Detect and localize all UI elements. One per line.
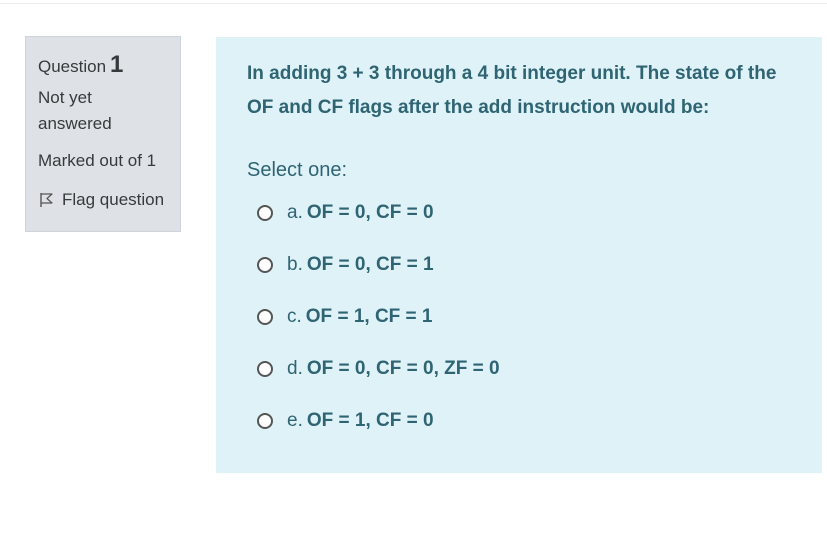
- answer-option-d[interactable]: d. OF = 0, CF = 0, ZF = 0: [257, 355, 500, 383]
- radio-button[interactable]: [257, 257, 273, 273]
- question-grade: Marked out of 1: [38, 151, 157, 170]
- radio-button[interactable]: [257, 205, 273, 221]
- option-letter: a.: [287, 202, 303, 223]
- answer-option-c[interactable]: c. OF = 1, CF = 1: [257, 303, 500, 331]
- option-letter: d.: [287, 358, 303, 379]
- answer-option-a[interactable]: a. OF = 0, CF = 0: [257, 199, 500, 227]
- answer-options: a. OF = 0, CF = 0 b. OF = 0, CF = 1 c. O…: [257, 199, 500, 459]
- radio-button[interactable]: [257, 309, 273, 325]
- question-state: Not yet answered: [38, 88, 112, 133]
- question-label: Question: [38, 57, 107, 76]
- radio-button[interactable]: [257, 413, 273, 429]
- option-text: OF = 0, CF = 0, ZF = 0: [306, 358, 500, 379]
- question-number-heading: Question 1: [38, 51, 180, 79]
- answer-option-b[interactable]: b. OF = 0, CF = 1: [257, 251, 500, 279]
- option-letter: c.: [287, 306, 302, 327]
- option-letter: b.: [287, 254, 303, 275]
- question-content: In adding 3 + 3 through a 4 bit integer …: [216, 37, 822, 473]
- select-one-prompt: Select one:: [247, 159, 348, 181]
- top-divider: [0, 3, 827, 4]
- answer-option-e[interactable]: e. OF = 1, CF = 0: [257, 407, 500, 435]
- flag-question-link[interactable]: Flag question: [38, 190, 180, 210]
- option-text: OF = 0, CF = 1: [306, 254, 434, 275]
- flag-icon: [38, 192, 54, 208]
- radio-button[interactable]: [257, 361, 273, 377]
- option-text: OF = 1, CF = 0: [306, 410, 434, 431]
- option-text: OF = 0, CF = 0: [306, 202, 434, 223]
- flag-question-label: Flag question: [62, 190, 165, 209]
- option-letter: e.: [287, 410, 303, 431]
- question-text: In adding 3 + 3 through a 4 bit integer …: [247, 63, 777, 118]
- option-text: OF = 1, CF = 1: [305, 306, 433, 327]
- question-info-panel: Question 1 Not yet answered Marked out of…: [25, 36, 181, 232]
- question-number: 1: [110, 51, 124, 78]
